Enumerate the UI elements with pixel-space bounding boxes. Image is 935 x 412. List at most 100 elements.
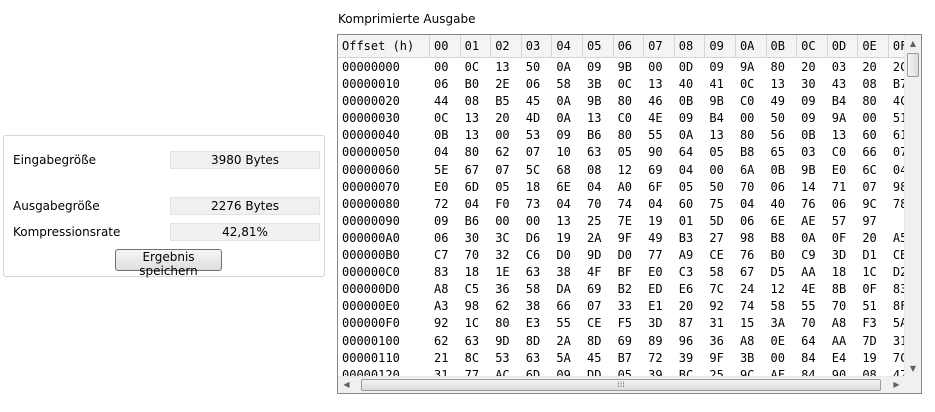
byte-cell: B6	[586, 128, 602, 143]
byte-cell: 32	[495, 248, 510, 263]
column-header-byte: 00	[430, 35, 461, 57]
byte-cell: 74	[739, 299, 755, 314]
row-offset: 00000020	[342, 94, 400, 109]
byte-cell: 0F	[831, 230, 847, 245]
scroll-left-icon[interactable]: ◀	[338, 377, 355, 393]
byte-cell: 25	[586, 213, 602, 228]
column-header-byte: 0E	[858, 35, 889, 57]
column-header-byte: 0B	[767, 35, 798, 57]
hex-row: 000000C0 83 18 1E 63 38 4F BF E0 C3 58 67 D5 AA 18 1C D2	[338, 264, 905, 281]
byte-cell: 0F	[862, 282, 877, 297]
byte-cell: 04	[739, 196, 755, 211]
hex-view[interactable]: Offset (h) 00 01 02 03 04 05 06 07 08 09 0A 0B 0C 0D 0E…	[337, 34, 922, 394]
byte-cell: A9	[678, 248, 694, 263]
byte-cell: 20	[862, 60, 877, 74]
byte-cell: 13	[586, 111, 602, 126]
byte-cell: 04	[464, 196, 480, 211]
byte-cell: 51	[862, 299, 877, 314]
byte-cell: 8D	[525, 333, 541, 348]
byte-cell: 36	[709, 333, 724, 348]
byte-cell: 63	[464, 333, 480, 348]
byte-cell: 76	[739, 248, 755, 263]
byte-cell: 92	[434, 316, 449, 331]
scroll-right-icon[interactable]: ▶	[888, 377, 905, 393]
column-header-byte: 04	[552, 35, 583, 57]
byte-cell: 9F	[617, 230, 633, 245]
byte-cell: 07	[525, 145, 541, 160]
byte-cell: 92	[709, 299, 724, 314]
byte-cell: 20	[801, 60, 816, 74]
byte-cell: 3B	[586, 77, 602, 92]
byte-cell: 63	[525, 265, 541, 280]
byte-cell: 31	[892, 333, 905, 348]
save-result-button[interactable]: Ergebnis speichern	[115, 249, 222, 278]
byte-cell: 0B	[434, 128, 449, 143]
hex-grid[interactable]: Offset (h) 00 01 02 03 04 05 06 07 08 09 0A 0B 0C 0D 0E…	[338, 35, 905, 377]
byte-cell: 62	[495, 145, 510, 160]
byte-cell: E0	[434, 179, 449, 194]
byte-cell: 0D	[678, 60, 694, 74]
byte-cell: 58	[556, 77, 571, 92]
output-size-label: Ausgabegröße	[13, 199, 100, 213]
byte-cell: 13	[709, 128, 724, 143]
byte-cell: 70	[801, 316, 816, 331]
byte-cell: D0	[617, 248, 633, 263]
column-header-byte: 05	[583, 35, 614, 57]
column-header-byte: 03	[522, 35, 553, 57]
byte-cell: 6E	[770, 213, 785, 228]
byte-cell: 07	[862, 179, 877, 194]
byte-cell: 90	[648, 145, 663, 160]
row-offset: 00000090	[342, 213, 400, 228]
byte-cell: 70	[464, 248, 480, 263]
byte-cell: 6C	[862, 162, 877, 177]
byte-cell: 09	[678, 111, 694, 126]
byte-cell: 18	[831, 265, 847, 280]
byte-cell: 63	[525, 350, 541, 365]
byte-cell: C9	[801, 248, 816, 263]
byte-cell: 50	[709, 179, 724, 194]
byte-cell: 87	[678, 316, 694, 331]
byte-cell: D5	[770, 265, 785, 280]
byte-cell: 50	[770, 111, 785, 126]
byte-cell: 67	[739, 265, 755, 280]
byte-cell: 98	[892, 179, 905, 194]
byte-cell: 66	[862, 145, 877, 160]
byte-cell: 12	[770, 282, 785, 297]
vertical-scroll-thumb[interactable]	[907, 53, 919, 77]
byte-cell: 04	[678, 162, 694, 177]
byte-cell: 09	[801, 111, 816, 126]
byte-cell: 0B	[678, 94, 694, 109]
byte-cell: 14	[801, 179, 816, 194]
row-offset: 00000110	[342, 350, 400, 365]
byte-cell: 00	[525, 213, 541, 228]
byte-cell: 00	[434, 60, 449, 74]
horizontal-scroll-thumb[interactable]: ⁞⁞⁞	[361, 379, 881, 391]
byte-cell: E1	[648, 299, 663, 314]
byte-cell: 38	[556, 265, 571, 280]
byte-cell: F0	[495, 196, 510, 211]
byte-cell: C0	[831, 145, 847, 160]
vertical-scrollbar[interactable]: ▲ ▼	[904, 35, 921, 377]
byte-cell: 06	[770, 179, 785, 194]
byte-cell: B5	[495, 94, 510, 109]
byte-cell: 09	[709, 60, 724, 74]
byte-cell: B7	[892, 77, 905, 92]
byte-cell: 1E	[495, 265, 510, 280]
byte-cell: 51	[892, 111, 905, 126]
byte-cell: 9F	[709, 350, 724, 365]
byte-cell: B8	[739, 145, 755, 160]
horizontal-scrollbar[interactable]: ◀ ⁞⁞⁞ ▶	[338, 376, 905, 393]
column-header-byte: 02	[491, 35, 522, 57]
byte-cell: F5	[617, 316, 633, 331]
byte-cell: 18	[525, 179, 541, 194]
byte-cell: 9D	[586, 248, 602, 263]
column-header-byte: 0C	[797, 35, 828, 57]
scroll-up-icon[interactable]: ▲	[905, 35, 921, 52]
scroll-down-icon[interactable]: ▼	[905, 360, 921, 377]
byte-cell: ED	[648, 282, 663, 297]
byte-cell: 45	[525, 94, 541, 109]
byte-cell: 7E	[617, 213, 633, 228]
byte-cell: 80	[464, 145, 480, 160]
byte-cell: 09	[801, 94, 816, 109]
byte-cell: 0B	[801, 128, 816, 143]
